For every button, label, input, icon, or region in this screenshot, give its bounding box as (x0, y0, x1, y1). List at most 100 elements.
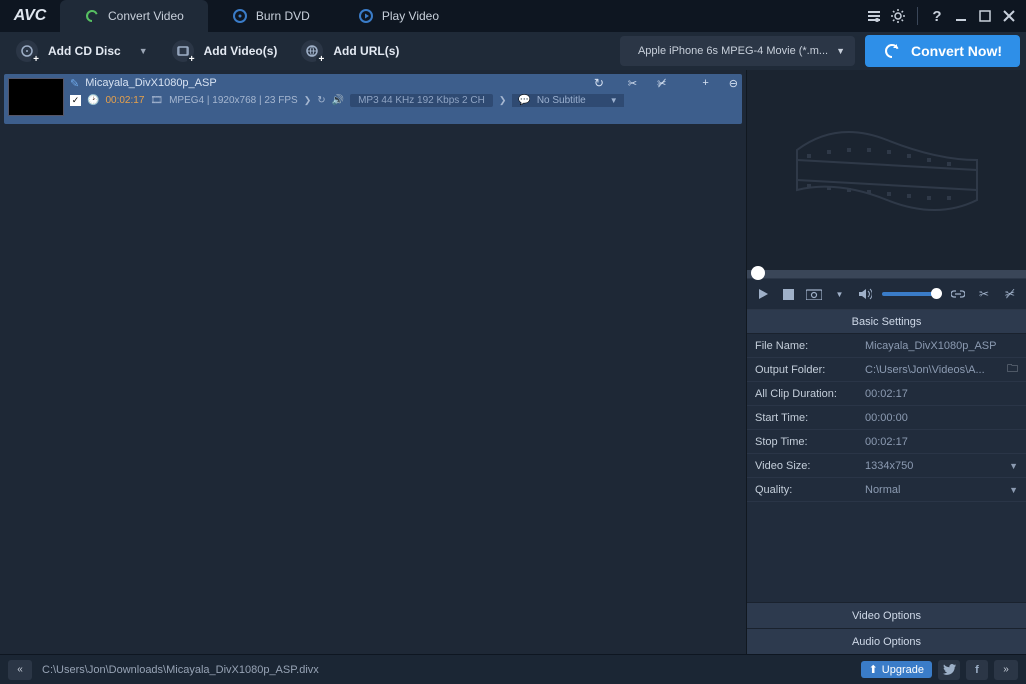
player-controls: ▼ ✂ ✂̸ (747, 278, 1026, 310)
add-videos-button[interactable]: Add Video(s) (162, 36, 288, 66)
file-checkbox[interactable]: ✓ (70, 95, 81, 106)
add-urls-button[interactable]: Add URL(s) (291, 36, 409, 66)
subtitle-text: No Subtitle (537, 95, 586, 106)
tab-convert-video[interactable]: Convert Video (60, 0, 208, 32)
twitter-button[interactable] (938, 660, 960, 680)
subtitle-selector[interactable]: 💬 No Subtitle ▼ (512, 94, 623, 107)
crop-icon[interactable]: ✂̸ (657, 77, 666, 90)
upgrade-button[interactable]: ⬆ Upgrade (861, 661, 932, 678)
chevron-right-icon[interactable]: ❯ (499, 95, 507, 106)
scissors-icon[interactable]: ✂ (976, 286, 992, 302)
crop-icon[interactable]: ✂̸ (1002, 286, 1018, 302)
pencil-icon[interactable]: ✎ (70, 77, 79, 90)
chevron-down-icon: ▼ (1009, 485, 1018, 495)
facebook-button[interactable]: f (966, 660, 988, 680)
setting-value[interactable]: C:\Users\Jon\Videos\A... (865, 364, 1003, 376)
file-title: Micayala_DivX1080p_ASP (85, 77, 216, 89)
basic-settings-header: Basic Settings (747, 310, 1026, 334)
tab-play-video[interactable]: Play Video (334, 0, 463, 32)
setting-value: 00:02:17 (865, 388, 1018, 400)
seek-thumb[interactable] (751, 266, 765, 280)
options-icon[interactable] (865, 7, 883, 25)
separator (917, 7, 918, 25)
app-logo: AVC (0, 0, 60, 32)
setting-value[interactable]: 00:02:17 (865, 436, 1018, 448)
collapse-button[interactable]: « (8, 660, 32, 680)
output-profile-selector[interactable]: Apple iPhone 6s MPEG-4 Movie (*.m... ▼ (620, 36, 855, 66)
clock-icon: 🕑 (87, 95, 99, 106)
toolbar: Add CD Disc ▼ Add Video(s) Add URL(s) Ap… (0, 32, 1026, 70)
plus-icon[interactable]: + (702, 77, 708, 89)
button-label: Convert Now! (911, 43, 1002, 59)
chevron-down-icon: ▼ (836, 46, 845, 56)
file-item[interactable]: ✎ Micayala_DivX1080p_ASP ↻ ✂ ✂̸ + ⊖ ✓ 🕑 (4, 74, 742, 124)
setting-value[interactable]: Micayala_DivX1080p_ASP (865, 340, 1018, 352)
close-icon[interactable] (1000, 7, 1018, 25)
video-thumbnail (8, 78, 64, 116)
tab-label: Burn DVD (256, 9, 310, 23)
setting-label: Stop Time: (755, 436, 865, 448)
preview-area (747, 70, 1026, 270)
help-icon[interactable]: ? (928, 7, 946, 25)
setting-value[interactable]: 00:00:00 (865, 412, 1018, 424)
duration-text: 00:02:17 (105, 95, 144, 106)
title-bar: AVC Convert Video Burn DVD Play Video ? (0, 0, 1026, 32)
expand-button[interactable]: » (994, 660, 1018, 680)
setting-video-size[interactable]: Video Size: 1334x750 ▼ (747, 454, 1026, 478)
setting-label: Quality: (755, 484, 865, 496)
film-icon: 🎞 (150, 95, 163, 106)
setting-stop-time: Stop Time: 00:02:17 (747, 430, 1026, 454)
audio-info[interactable]: MP3 44 KHz 192 Kbps 2 CH (350, 94, 493, 107)
file-list-pane: ✎ Micayala_DivX1080p_ASP ↻ ✂ ✂̸ + ⊖ ✓ 🕑 (0, 70, 746, 654)
setting-label: Video Size: (755, 460, 865, 472)
convert-now-button[interactable]: Convert Now! (865, 35, 1020, 67)
status-bar: « C:\Users\Jon\Downloads\Micayala_DivX10… (0, 654, 1026, 684)
refresh-icon (84, 8, 100, 24)
globe-plus-icon (301, 40, 323, 62)
seek-slider[interactable] (747, 270, 1026, 278)
setting-label: Start Time: (755, 412, 865, 424)
play-icon[interactable] (755, 286, 770, 302)
add-cd-disc-button[interactable]: Add CD Disc ▼ (6, 36, 158, 66)
stop-icon[interactable] (780, 286, 795, 302)
volume-slider[interactable] (882, 292, 940, 296)
chevron-down-icon: ▼ (610, 96, 618, 105)
folder-icon[interactable]: 🗀 (1007, 360, 1018, 379)
remove-icon[interactable]: ⊖ (729, 77, 738, 90)
chevron-right-icon[interactable]: ❯ (304, 95, 312, 106)
scissors-icon[interactable]: ✂ (628, 77, 637, 90)
film-reel-icon (787, 110, 987, 230)
up-arrow-icon: ⬆ (869, 663, 878, 676)
audio-options-button[interactable]: Audio Options (747, 628, 1026, 654)
play-circle-icon (358, 8, 374, 24)
tab-label: Convert Video (108, 9, 184, 23)
film-plus-icon (172, 40, 194, 62)
minimize-icon[interactable] (952, 7, 970, 25)
button-label: Add CD Disc (48, 44, 121, 58)
speaker-icon: 🔊 (332, 95, 344, 106)
setting-value: 1334x750 (865, 460, 1009, 472)
window-controls: ? (865, 0, 1026, 32)
refresh-small-icon[interactable]: ↻ (317, 95, 325, 106)
setting-output-folder: Output Folder: C:\Users\Jon\Videos\A... … (747, 358, 1026, 382)
format-text: MPEG4 | 1920x768 | 23 FPS (169, 95, 298, 106)
maximize-icon[interactable] (976, 7, 994, 25)
gear-icon[interactable] (889, 7, 907, 25)
upgrade-label: Upgrade (882, 664, 924, 676)
video-options-button[interactable]: Video Options (747, 602, 1026, 628)
chevron-down-icon[interactable]: ▼ (832, 286, 847, 302)
volume-icon[interactable] (857, 286, 872, 302)
tab-burn-dvd[interactable]: Burn DVD (208, 0, 334, 32)
disc-plus-icon (16, 40, 38, 62)
subtitle-icon: 💬 (518, 95, 530, 106)
setting-quality[interactable]: Quality: Normal ▼ (747, 478, 1026, 502)
link-icon[interactable] (950, 286, 966, 302)
reload-icon[interactable]: ↻ (594, 76, 604, 90)
side-panel: ▼ ✂ ✂̸ Basic Settings File Name: Micayal… (746, 70, 1026, 654)
snapshot-icon[interactable] (806, 286, 822, 302)
chevron-down-icon: ▼ (1009, 461, 1018, 471)
setting-value: Normal (865, 484, 1009, 496)
tab-label: Play Video (382, 9, 439, 23)
button-label: Add Video(s) (204, 44, 278, 58)
setting-file-name: File Name: Micayala_DivX1080p_ASP (747, 334, 1026, 358)
